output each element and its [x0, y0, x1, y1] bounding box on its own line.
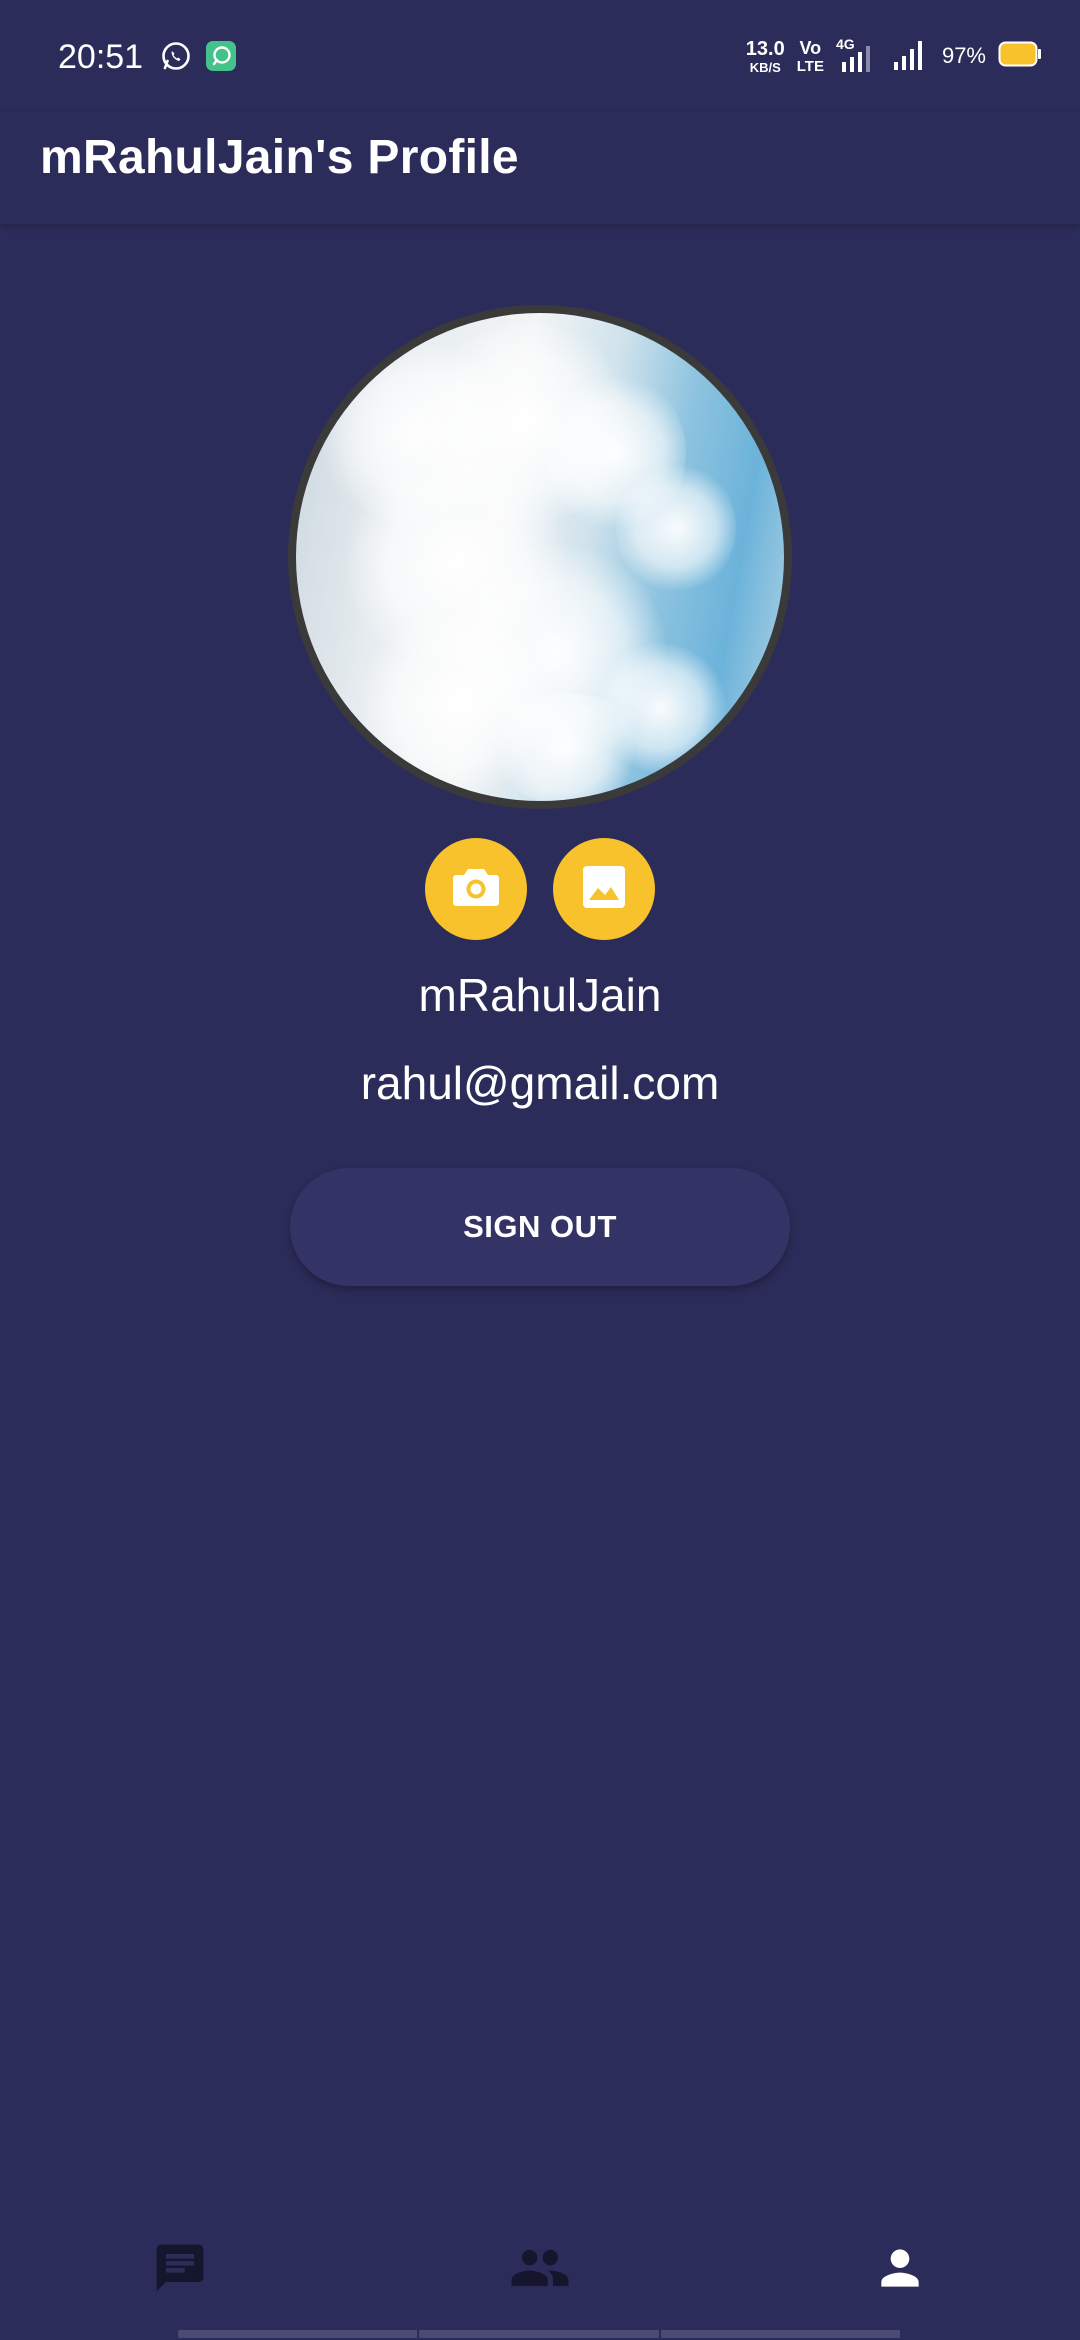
- nav-item-people[interactable]: [360, 2220, 720, 2320]
- signal-icon: [892, 36, 928, 77]
- signal-4g-icon: 4G: [836, 36, 880, 74]
- avatar-image: [296, 313, 784, 801]
- battery-percent: 97%: [941, 43, 986, 68]
- profile-screen: 20:51 13.0 KB/S Vo LTE 4G 97% mRahulJain…: [0, 0, 1080, 2340]
- camera-icon: [451, 865, 501, 914]
- status-bar: 20:51 13.0 KB/S Vo LTE 4G 97%: [0, 0, 1080, 112]
- nav-item-chats[interactable]: [0, 2220, 360, 2320]
- status-indicators: 13.0 KB/S Vo LTE 4G 97%: [746, 34, 1042, 78]
- battery-icon: [998, 41, 1042, 72]
- net-speed: 13.0 KB/S: [745, 37, 785, 75]
- chat-app-icon: [205, 40, 237, 72]
- volte-indicator: Vo LTE: [796, 37, 824, 75]
- nav-item-profile[interactable]: [720, 2220, 1080, 2320]
- gallery-button[interactable]: [553, 838, 655, 940]
- profile-username: mRahulJain: [418, 969, 662, 1021]
- profile-email: rahul@gmail.com: [360, 1057, 720, 1109]
- camera-button[interactable]: [425, 838, 527, 940]
- status-time: 20:51: [58, 38, 144, 76]
- person-icon: [872, 2240, 928, 2301]
- tab-indicator: [178, 2330, 902, 2338]
- gallery-icon: [581, 864, 627, 915]
- chat-icon: [152, 2240, 208, 2301]
- profile-avatar[interactable]: [288, 305, 792, 809]
- whatsapp-icon: [160, 40, 192, 72]
- people-icon: [509, 2237, 571, 2304]
- bottom-nav: [0, 2220, 1080, 2320]
- sign-out-button[interactable]: SIGN OUT: [290, 1168, 790, 1286]
- app-bar: mRahulJain's Profile: [0, 112, 1080, 224]
- page-title: mRahulJain's Profile: [40, 131, 519, 184]
